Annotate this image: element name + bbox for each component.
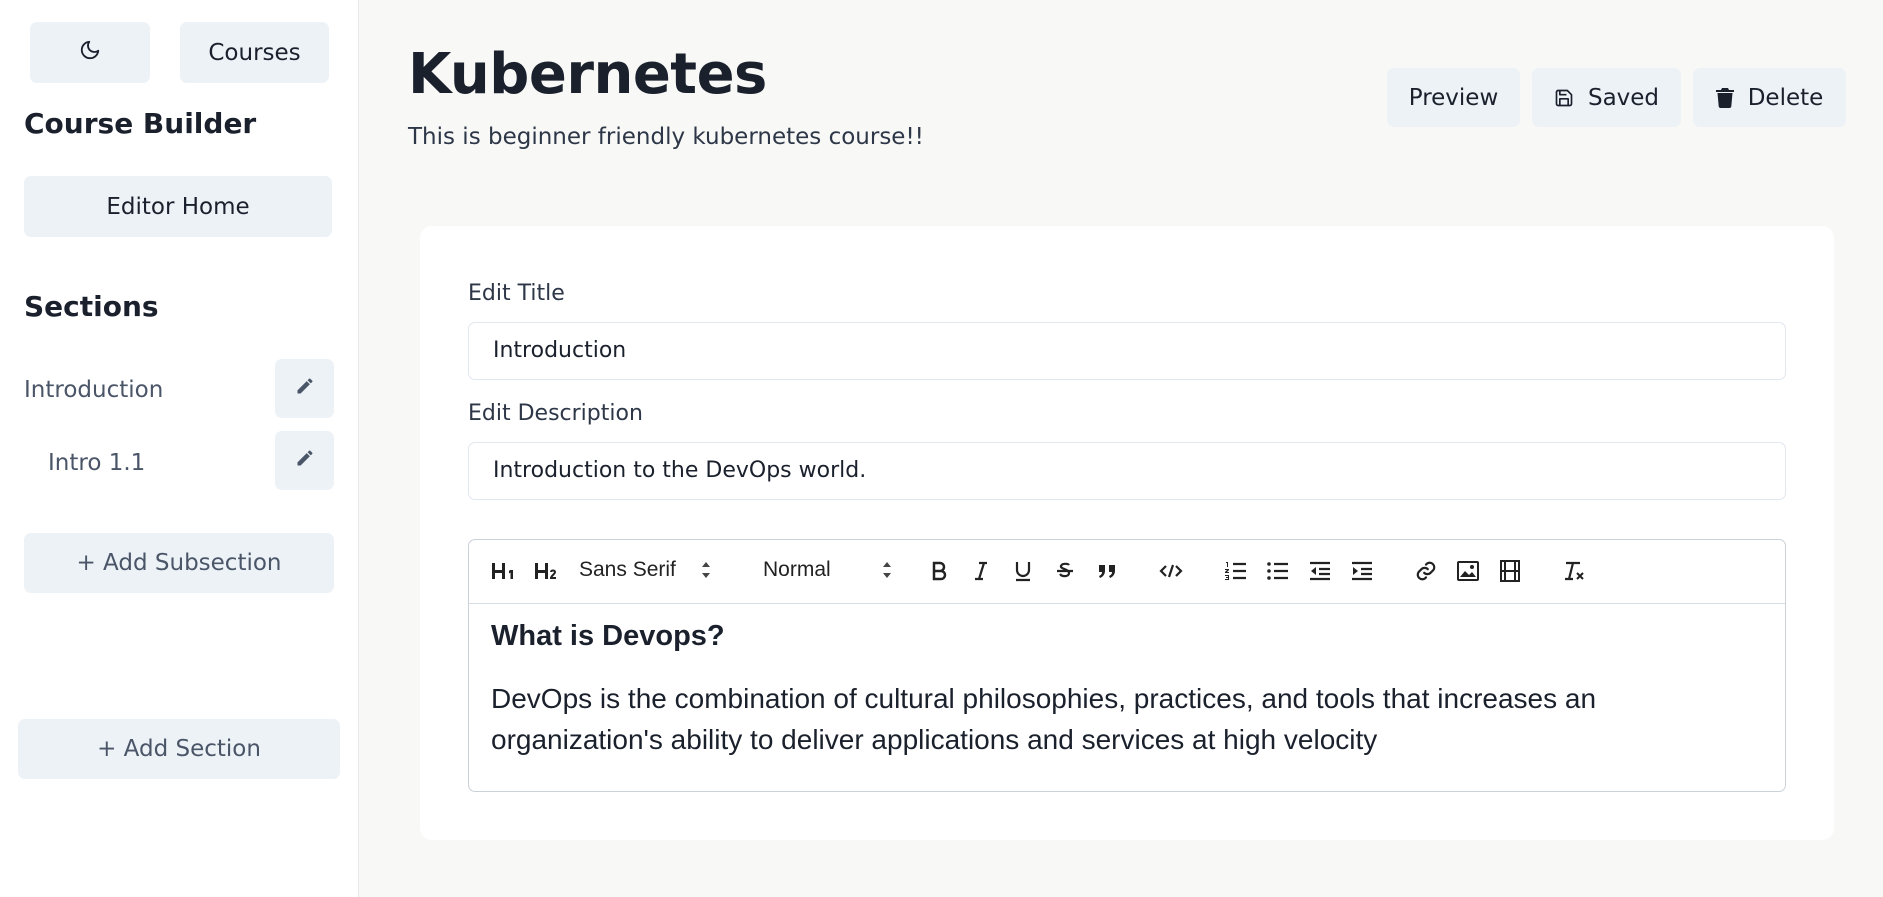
italic-icon[interactable] [966, 556, 996, 586]
courses-button[interactable]: Courses [180, 22, 329, 83]
blockquote-icon[interactable] [1092, 556, 1122, 586]
heading1-icon[interactable] [487, 556, 521, 586]
sidebar-item-intro-1-1[interactable]: Intro 1.1 [48, 450, 145, 476]
add-subsection-button[interactable]: + Add Subsection [24, 533, 334, 593]
bullet-list-icon[interactable] [1263, 556, 1293, 586]
rich-text-editor[interactable]: Sans Serif Normal What is Devops? DevOps… [468, 539, 1786, 792]
edit-section-button[interactable] [275, 359, 334, 418]
sidebar-title: Course Builder [24, 107, 257, 140]
code-icon[interactable] [1156, 556, 1186, 586]
content-heading: What is Devops? [491, 620, 725, 652]
font-family-select[interactable]: Sans Serif [579, 553, 724, 587]
sidebar-item-introduction[interactable]: Introduction [24, 377, 163, 403]
strikethrough-icon[interactable] [1050, 556, 1080, 586]
theme-toggle-button[interactable] [30, 22, 150, 83]
edit-title-label: Edit Title [468, 281, 565, 306]
saved-label: Saved [1587, 84, 1660, 111]
saved-button[interactable]: Saved [1532, 68, 1681, 127]
ordered-list-icon[interactable] [1221, 556, 1251, 586]
font-size-select[interactable]: Normal [763, 553, 893, 587]
underline-icon[interactable] [1008, 556, 1038, 586]
sections-heading: Sections [24, 290, 159, 323]
trash-icon [1715, 87, 1734, 108]
editor-home-button[interactable]: Editor Home [24, 176, 332, 237]
add-section-button[interactable]: + Add Section [18, 719, 340, 779]
delete-label: Delete [1747, 84, 1824, 111]
video-icon[interactable] [1495, 556, 1525, 586]
page-title: Kubernetes [408, 42, 767, 107]
bold-icon[interactable] [924, 556, 954, 586]
chevron-updown-icon [700, 561, 712, 585]
description-input[interactable]: Introduction to the DevOps world. [468, 442, 1786, 500]
editor-toolbar: Sans Serif Normal [469, 540, 1785, 604]
floppy-icon [1554, 88, 1574, 108]
heading2-icon[interactable] [530, 556, 564, 586]
title-input[interactable]: Introduction [468, 322, 1786, 380]
delete-button[interactable]: Delete [1693, 68, 1846, 127]
image-icon[interactable] [1453, 556, 1483, 586]
moon-icon [79, 39, 101, 67]
outdent-icon[interactable] [1305, 556, 1335, 586]
preview-button[interactable]: Preview [1387, 68, 1520, 127]
page-description: This is beginner friendly kubernetes cou… [408, 124, 924, 150]
link-icon[interactable] [1411, 556, 1441, 586]
sidebar: Courses Course Builder Editor Home Secti… [0, 0, 359, 897]
indent-icon[interactable] [1347, 556, 1377, 586]
chevron-updown-icon [881, 561, 893, 585]
pencil-icon [295, 376, 315, 402]
pencil-icon [295, 448, 315, 474]
edit-description-label: Edit Description [468, 401, 643, 426]
edit-subsection-button[interactable] [275, 431, 334, 490]
content-paragraph: DevOps is the combination of cultural ph… [491, 683, 1597, 755]
editor-content[interactable]: What is Devops? DevOps is the combinatio… [491, 620, 1763, 760]
clear-format-icon[interactable] [1559, 556, 1589, 586]
